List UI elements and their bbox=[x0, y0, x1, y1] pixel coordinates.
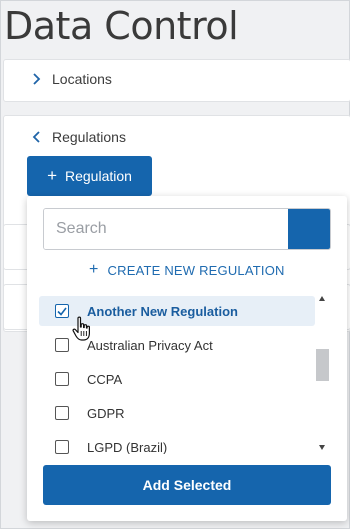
create-new-regulation-link[interactable]: + CREATE NEW REGULATION bbox=[89, 262, 285, 278]
checkbox[interactable] bbox=[55, 338, 69, 352]
add-selected-label: Add Selected bbox=[142, 477, 232, 493]
chevron-left-icon bbox=[32, 131, 48, 143]
checkbox[interactable] bbox=[55, 304, 69, 318]
list-item[interactable]: LGPD (Brazil) bbox=[39, 432, 315, 454]
list-item-label: Another New Regulation bbox=[87, 303, 238, 319]
search-input[interactable] bbox=[44, 209, 288, 249]
locations-section-header[interactable]: Locations bbox=[32, 69, 112, 89]
list-item[interactable]: CCPA bbox=[39, 364, 315, 394]
add-regulation-label: Regulation bbox=[65, 168, 132, 184]
list-item-label: Australian Privacy Act bbox=[87, 337, 213, 353]
list-item-label: GDPR bbox=[87, 405, 125, 421]
checkbox[interactable] bbox=[55, 372, 69, 386]
list-scrollbar[interactable] bbox=[315, 292, 329, 454]
plus-icon: + bbox=[89, 261, 99, 278]
list-item-label: CCPA bbox=[87, 371, 123, 387]
add-regulation-button[interactable]: + Regulation bbox=[27, 156, 152, 196]
create-new-regulation-label: CREATE NEW REGULATION bbox=[107, 262, 285, 278]
regulation-dropdown: + CREATE NEW REGULATION Another New Regu… bbox=[27, 196, 347, 521]
search-button[interactable] bbox=[288, 209, 330, 249]
checkbox[interactable] bbox=[55, 406, 69, 420]
regulations-label: Regulations bbox=[52, 129, 126, 145]
checkbox[interactable] bbox=[55, 440, 69, 454]
plus-icon: + bbox=[47, 166, 57, 185]
locations-label: Locations bbox=[52, 71, 112, 87]
page-title: Data Control bbox=[4, 4, 239, 48]
search-box bbox=[43, 208, 331, 250]
scroll-up-arrow-icon[interactable] bbox=[319, 296, 325, 301]
regulations-section-header[interactable]: Regulations bbox=[32, 127, 126, 147]
hand-pointer-cursor-icon bbox=[72, 316, 92, 347]
add-selected-button[interactable]: Add Selected bbox=[43, 465, 331, 505]
list-item[interactable]: GDPR bbox=[39, 398, 315, 428]
scroll-down-arrow-icon[interactable] bbox=[319, 445, 325, 450]
list-item-label: LGPD (Brazil) bbox=[87, 439, 168, 455]
checkmark-icon bbox=[57, 307, 67, 316]
scroll-thumb[interactable] bbox=[316, 349, 329, 381]
chevron-right-icon bbox=[32, 73, 48, 85]
